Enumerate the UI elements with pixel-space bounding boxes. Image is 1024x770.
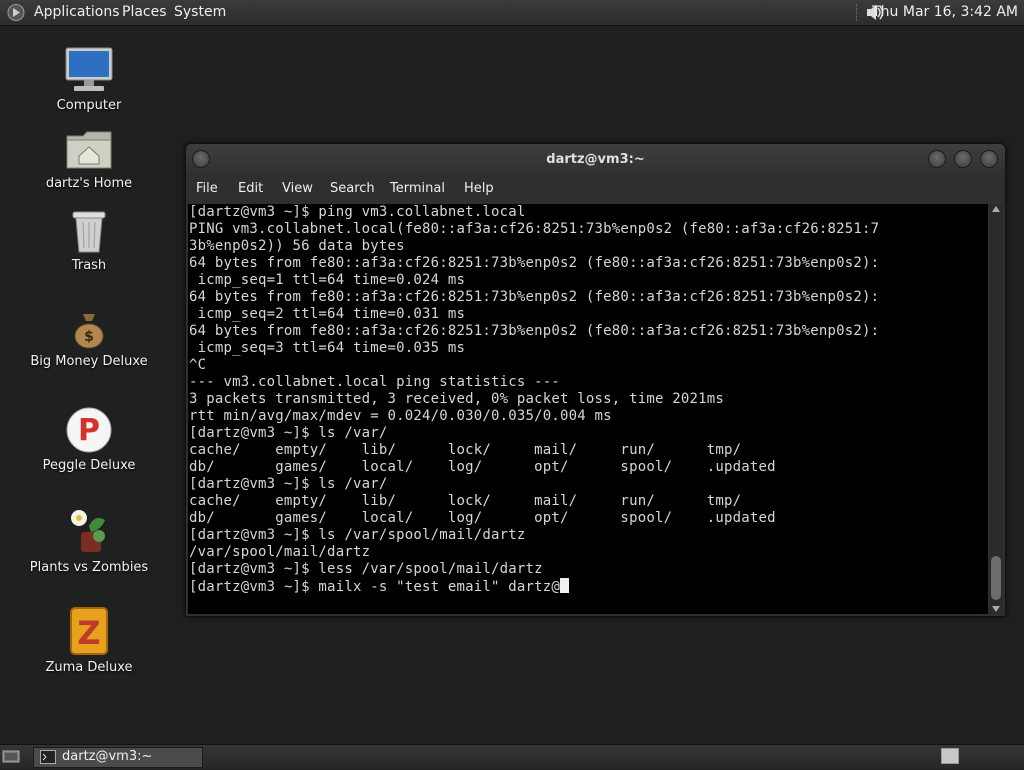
- desktop-icon-label: Plants vs Zombies: [29, 560, 149, 575]
- terminal-line: 64 bytes from fe80::af3a:cf26:8251:73b%e…: [189, 289, 880, 305]
- plants-vs-zombies-icon: [24, 506, 154, 556]
- terminal-menubar: File Edit View Search Terminal Help: [186, 175, 1005, 203]
- terminal-line: icmp_seq=1 ttl=64 time=0.024 ms: [197, 272, 466, 288]
- menu-help[interactable]: Help: [464, 181, 494, 196]
- scroll-down-icon[interactable]: [992, 606, 1000, 612]
- terminal-line: [dartz@vm3 ~]$ ls /var/: [189, 425, 388, 441]
- window-titlebar[interactable]: dartz@vm3:~: [186, 144, 1005, 175]
- taskbar-item-label: dartz@vm3:~: [62, 749, 153, 764]
- menu-edit[interactable]: Edit: [238, 181, 263, 196]
- terminal-line: 3b%enp0s2)) 56 data bytes: [189, 238, 405, 254]
- desktop-icon-home[interactable]: dartz's Home: [24, 128, 154, 191]
- menu-view[interactable]: View: [282, 181, 313, 196]
- places-menu[interactable]: Places: [122, 4, 167, 20]
- terminal-icon: [40, 750, 56, 768]
- desktop-icon-label: dartz's Home: [45, 176, 133, 191]
- terminal-output[interactable]: [dartz@vm3 ~]$ ping vm3.collabnet.local …: [188, 204, 988, 614]
- terminal-line: db/ games/ local/ log/ opt/ spool/ .upda…: [189, 510, 776, 526]
- terminal-window[interactable]: dartz@vm3:~ File Edit View Search Termin…: [185, 143, 1006, 617]
- svg-text:$: $: [84, 329, 94, 345]
- desktop-icon-big-money[interactable]: $ Big Money Deluxe: [24, 310, 154, 369]
- terminal-line: icmp_seq=3 ttl=64 time=0.035 ms: [197, 340, 466, 356]
- terminal-line: cache/ empty/ lib/ lock/ mail/ run/ tmp/: [189, 493, 742, 509]
- text-cursor: [560, 578, 570, 593]
- terminal-line: 3 packets transmitted, 3 received, 0% pa…: [189, 391, 724, 407]
- system-menu[interactable]: System: [174, 4, 226, 20]
- zuma-icon: Z: [24, 606, 154, 656]
- terminal-line: cache/ empty/ lib/ lock/ mail/ run/ tmp/: [189, 442, 742, 458]
- desktop-icon-label: Computer: [56, 98, 122, 113]
- close-button[interactable]: [980, 150, 998, 168]
- svg-text:Z: Z: [77, 614, 100, 652]
- desktop-icon-label: Big Money Deluxe: [30, 354, 148, 369]
- terminal-line: db/ games/ local/ log/ opt/ spool/ .upda…: [189, 459, 776, 475]
- desktop-icon-plants-vs-zombies[interactable]: Plants vs Zombies: [24, 506, 154, 575]
- terminal-line: [dartz@vm3 ~]$ ls /var/: [189, 476, 388, 492]
- gnome-foot-icon[interactable]: [6, 3, 26, 22]
- menu-terminal[interactable]: Terminal: [390, 181, 445, 196]
- desktop-icon-label: Zuma Deluxe: [45, 660, 133, 675]
- terminal-scrollbar[interactable]: [989, 204, 1003, 614]
- desktop-icon-label: Peggle Deluxe: [42, 458, 136, 473]
- terminal-line: 64 bytes from fe80::af3a:cf26:8251:73b%e…: [189, 255, 880, 271]
- computer-icon: [24, 46, 154, 94]
- terminal-prompt-line[interactable]: [dartz@vm3 ~]$ mailx -s "test email" dar…: [188, 578, 988, 596]
- bottom-panel: dartz@vm3:~: [0, 744, 1024, 769]
- window-title: dartz@vm3:~: [546, 152, 645, 167]
- clock[interactable]: Thu Mar 16, 3:42 AM: [872, 4, 1018, 20]
- terminal-line: [dartz@vm3 ~]$ ls /var/spool/mail/dartz: [189, 527, 526, 543]
- desktop-icon-label: Trash: [71, 258, 107, 273]
- terminal-text: [dartz@vm3 ~]$ ping vm3.collabnet.local …: [188, 204, 988, 578]
- panel-separator: [856, 4, 859, 21]
- prompt-text: [dartz@vm3 ~]$ mailx -s "test email" dar…: [189, 579, 561, 595]
- top-panel: Applications Places System Thu Mar 16, 3…: [0, 0, 1024, 26]
- trash-icon: [24, 208, 154, 254]
- desktop-icon-peggle[interactable]: P Peggle Deluxe: [24, 406, 154, 473]
- terminal-line: /var/spool/mail/dartz: [189, 544, 371, 560]
- scroll-up-icon[interactable]: [992, 206, 1000, 212]
- terminal-line: icmp_seq=2 ttl=64 time=0.031 ms: [197, 306, 466, 322]
- money-bag-icon: $: [24, 310, 154, 350]
- terminal-line: rtt min/avg/max/mdev = 0.024/0.030/0.035…: [189, 408, 612, 424]
- terminal-line: [dartz@vm3 ~]$ less /var/spool/mail/dart…: [189, 561, 543, 577]
- workspace-switcher[interactable]: [941, 748, 959, 764]
- terminal-line: --- vm3.collabnet.local ping statistics …: [189, 374, 561, 390]
- menu-search[interactable]: Search: [330, 181, 375, 196]
- peggle-icon: P: [24, 406, 154, 454]
- terminal-line: PING vm3.collabnet.local(fe80::af3a:cf26…: [189, 221, 880, 237]
- desktop-icon-computer[interactable]: Computer: [24, 46, 154, 113]
- home-folder-icon: [24, 128, 154, 172]
- menu-file[interactable]: File: [196, 181, 218, 196]
- desktop-icon-trash[interactable]: Trash: [24, 208, 154, 273]
- scrollbar-thumb[interactable]: [991, 556, 1001, 600]
- maximize-button[interactable]: [954, 150, 972, 168]
- applications-menu[interactable]: Applications: [34, 4, 120, 20]
- terminal-line: ^C: [189, 357, 207, 373]
- minimize-button[interactable]: [928, 150, 946, 168]
- taskbar-item-terminal[interactable]: dartz@vm3:~: [33, 747, 203, 768]
- terminal-line: [dartz@vm3 ~]$ ping vm3.collabnet.local: [189, 204, 526, 220]
- show-desktop-icon[interactable]: [0, 747, 22, 766]
- terminal-line: 64 bytes from fe80::af3a:cf26:8251:73b%e…: [189, 323, 880, 339]
- svg-text:P: P: [78, 413, 100, 448]
- desktop-icon-zuma[interactable]: Z Zuma Deluxe: [24, 606, 154, 675]
